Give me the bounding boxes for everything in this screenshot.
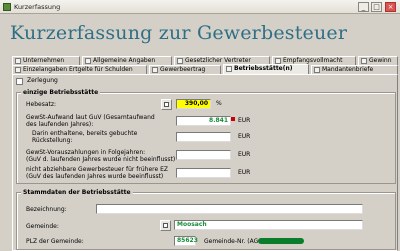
tab-label: Einzelangaben Ertgelte für Schulden xyxy=(23,66,133,73)
hebesatz-unit: % xyxy=(216,100,222,107)
tab-gewerbeertrag[interactable]: Gewerbeertrag xyxy=(149,65,221,74)
tab-label: Betriebsstätte(n) xyxy=(234,65,293,72)
tab-label: Mandantenbriefe xyxy=(322,66,374,73)
nicht-abziehbar-unit: EUR xyxy=(238,169,251,176)
ags-redacted-value xyxy=(258,238,304,244)
tab-page-icon xyxy=(314,67,320,73)
voraus-label-line1: GewSt-Vorauszahlungen in Folgejahren: xyxy=(26,149,146,156)
hebesatz-lookup-button[interactable] xyxy=(161,99,172,110)
app-icon xyxy=(3,3,11,11)
maximize-button[interactable]: □ xyxy=(371,2,382,12)
nicht-abziehbar-input[interactable] xyxy=(176,168,231,178)
tab-allgemeine-angaben[interactable]: Allgemeine Angaben xyxy=(82,56,172,65)
tab-mandantenbriefe[interactable]: Mandantenbriefe xyxy=(311,65,398,74)
tab-unternehmen[interactable]: Unternehmen xyxy=(12,56,80,65)
plz-input[interactable]: 85623 xyxy=(174,236,198,246)
info-marker-icon[interactable] xyxy=(231,117,235,121)
tab-page-icon xyxy=(85,58,91,64)
gemeinde-lookup-button[interactable] xyxy=(160,220,171,231)
lookup-icon xyxy=(164,102,169,107)
group-title: einzige Betriebsstätte xyxy=(21,89,101,96)
tab-row-1: Unternehmen Allgemeine Angaben Gesetzlic… xyxy=(12,56,398,65)
plz-label: PLZ der Gemeinde: xyxy=(26,238,84,245)
window-title: Kurzerfassung xyxy=(14,3,61,11)
rueck-unit: EUR xyxy=(238,133,251,140)
tab-label: Unternehmen xyxy=(23,57,65,64)
rueck-label-line1: Darin enthaltene, bereits gebuchte xyxy=(32,130,138,137)
aufwand-unit: EUR xyxy=(238,117,251,124)
tab-label: Gewinn xyxy=(369,57,392,64)
tab-page-icon xyxy=(152,67,158,73)
aufwand-label-line1: GewSt-Aufwand laut GuV (Gesamtaufwand xyxy=(26,114,155,121)
minimize-button[interactable]: _ xyxy=(358,2,369,12)
voraus-unit: EUR xyxy=(238,151,251,158)
tab-row-2: Einzelangaben Ertgelte für Schulden Gewe… xyxy=(12,64,398,74)
rueck-label-line2: Rückstellung: xyxy=(32,137,73,144)
nicht-abziehbar-label-line2: (GuV des laufenden Jahres wurde beeinflu… xyxy=(26,173,164,180)
tab-page-icon xyxy=(361,58,367,64)
gemeinde-input[interactable]: Moosach xyxy=(174,220,363,230)
page-title: Kurzerfassung zur Gewerbesteuer xyxy=(10,22,348,44)
lookup-icon xyxy=(163,223,168,228)
hebesatz-input[interactable]: 390,00 xyxy=(176,99,211,109)
tab-einzelangaben[interactable]: Einzelangaben Ertgelte für Schulden xyxy=(12,65,147,74)
tab-page-icon xyxy=(15,58,21,64)
nicht-abziehbar-label-line1: nicht abziehbare Gewerbesteuer für frühe… xyxy=(26,166,168,173)
tab-label: Empfangsvollmacht xyxy=(283,57,343,64)
tab-label: Gewerbeertrag xyxy=(160,66,206,73)
group-title: Stammdaten der Betriebsstätte xyxy=(21,189,133,196)
tab-gewinn[interactable]: Gewinn xyxy=(358,56,398,65)
voraus-input[interactable] xyxy=(176,150,231,160)
close-button[interactable]: × xyxy=(385,2,396,12)
title-bar: Kurzerfassung _ □ × xyxy=(0,0,400,14)
gemeinde-label: Gemeinde: xyxy=(26,223,59,230)
tab-label: Gesetzlicher Vertreter xyxy=(185,57,251,64)
tab-page-icon xyxy=(15,67,21,73)
tab-page-icon xyxy=(226,66,232,72)
ags-label: Gemeinde-Nr. (AGS): xyxy=(204,238,267,245)
hebesatz-label: Hebesatz: xyxy=(26,101,57,108)
bezeichnung-label: Bezeichnung: xyxy=(26,206,67,213)
tab-page-icon xyxy=(177,58,183,64)
voraus-label-line2: (GuV d. laufenden Jahres wurde nicht bee… xyxy=(26,156,176,163)
aufwand-label-line2: des laufenden Jahres): xyxy=(26,121,94,128)
zerlegung-label: Zerlegung xyxy=(27,77,58,84)
rueck-input[interactable] xyxy=(176,132,231,142)
bezeichnung-input[interactable] xyxy=(96,204,363,214)
tab-label: Allgemeine Angaben xyxy=(93,57,156,64)
aufwand-input[interactable]: 8.841 xyxy=(176,116,231,126)
tab-betriebsstaetten[interactable]: Betriebsstätte(n) xyxy=(223,64,309,74)
checkbox-box[interactable] xyxy=(16,78,23,85)
